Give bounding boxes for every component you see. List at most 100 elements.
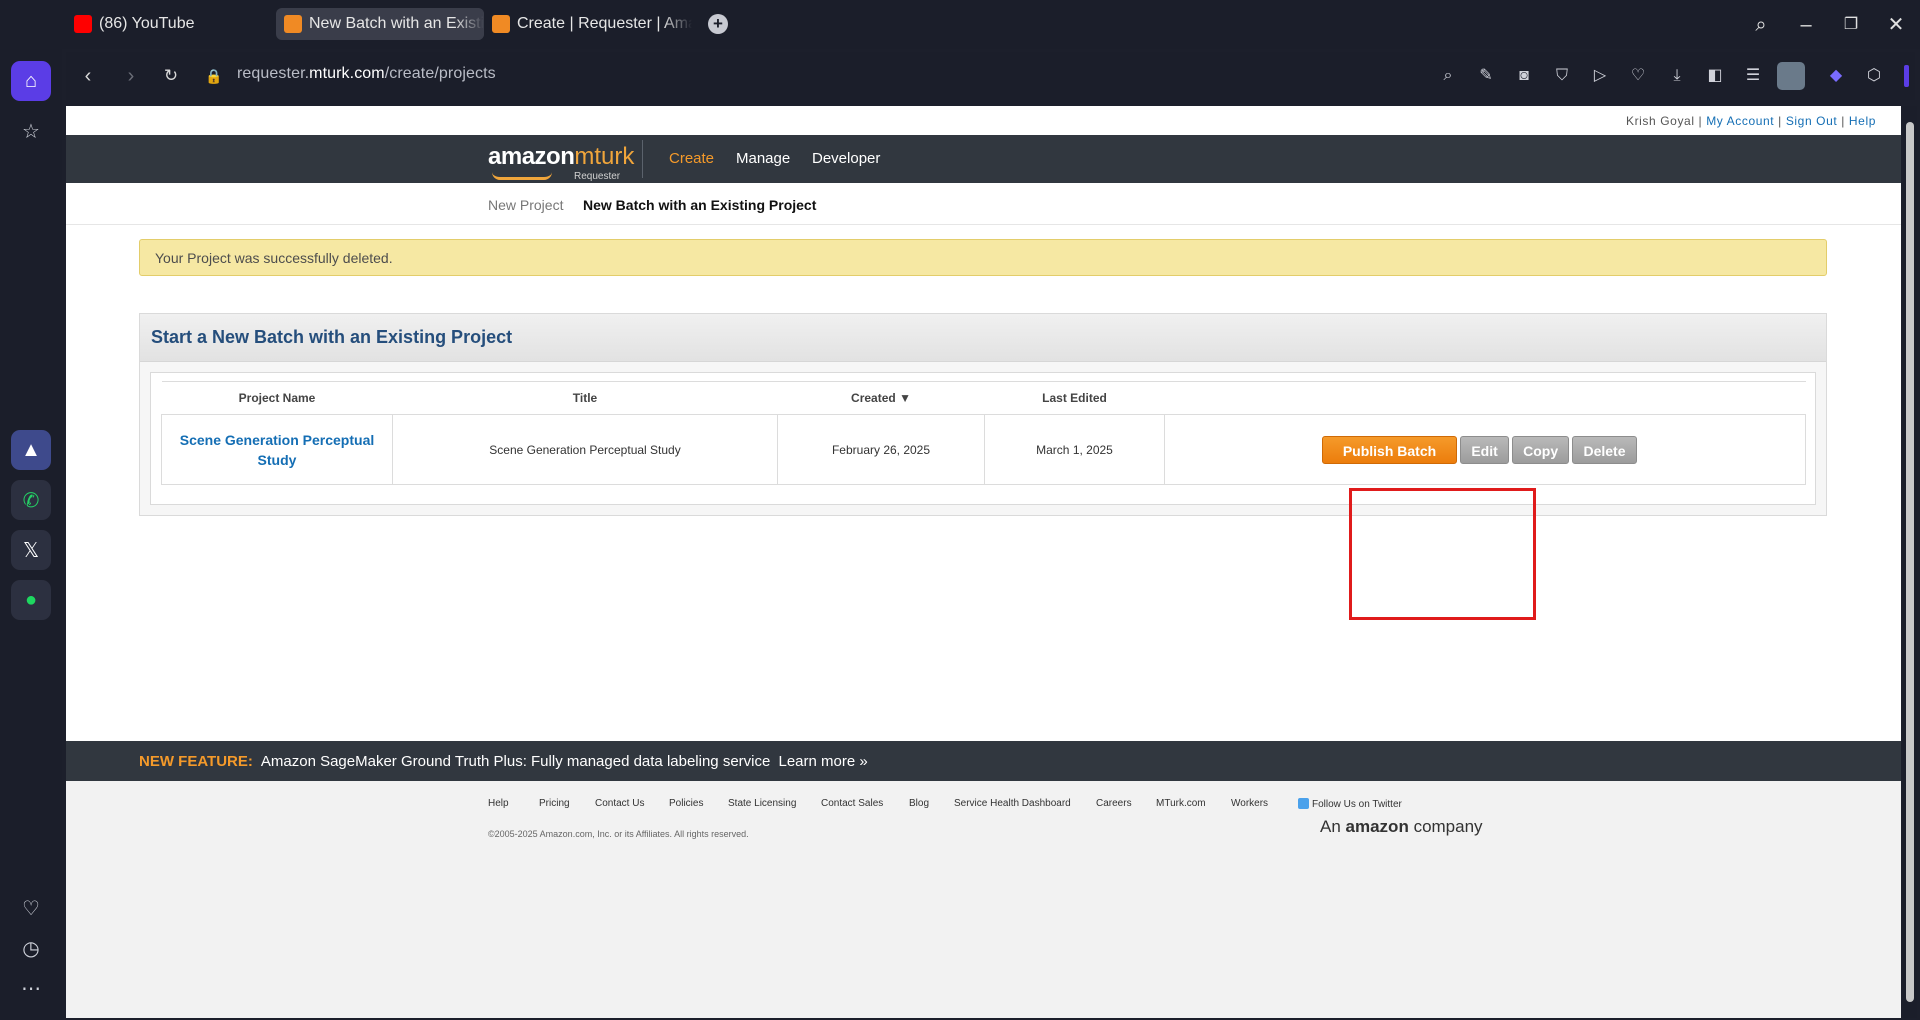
project-name-link[interactable]: Scene Generation Perceptual Study bbox=[161, 414, 393, 485]
user-name: Krish Goyal bbox=[1625, 114, 1695, 128]
reload-icon[interactable]: ↻ bbox=[159, 64, 183, 88]
send-icon[interactable]: ▷ bbox=[1589, 65, 1611, 87]
address-bar: ‹ › ↻ 🔒 requester.mturk.com/create/proje… bbox=[66, 52, 1915, 100]
new-feature-banner: NEW FEATURE: Amazon SageMaker Ground Trut… bbox=[66, 741, 1901, 781]
browser-sidebar: O ⌂ ☆ ▲ ✆ 𝕏 ● ♡ ◷ ⋯ bbox=[0, 0, 62, 1020]
forward-icon[interactable]: › bbox=[119, 64, 143, 88]
projects-table-wrapper: Project Name Title Created ▼ Last Edited… bbox=[150, 372, 1816, 505]
copy-button[interactable]: Copy bbox=[1512, 435, 1570, 464]
footer: Help Pricing Contact Us Policies State L… bbox=[66, 781, 1901, 1018]
url-field[interactable]: requester.mturk.com/create/projects bbox=[237, 65, 496, 83]
account-bar: Krish Goyal | My Account | Sign Out | He… bbox=[1625, 114, 1876, 128]
alert-message: Your Project was successfully deleted. bbox=[155, 250, 393, 266]
sidebar-toggle-icon[interactable]: ◧ bbox=[1704, 65, 1726, 87]
table-header-row: Project Name Title Created ▼ Last Edited bbox=[161, 381, 1806, 415]
copyright: ©2005-2025 Amazon.com, Inc. or its Affil… bbox=[488, 829, 749, 839]
footer-link-contact-us[interactable]: Contact Us bbox=[595, 798, 644, 809]
nav-developer[interactable]: Developer bbox=[812, 150, 880, 167]
footer-link-pricing[interactable]: Pricing bbox=[539, 798, 570, 809]
existing-projects-panel: Start a New Batch with an Existing Proje… bbox=[139, 313, 1827, 516]
download-icon[interactable]: ⤓ bbox=[1666, 65, 1688, 87]
extensions-cube-icon[interactable]: ⬡ bbox=[1863, 65, 1885, 87]
footer-link-twitter[interactable]: Follow Us on Twitter bbox=[1298, 798, 1402, 810]
back-icon[interactable]: ‹ bbox=[76, 64, 100, 88]
easy-setup-icon[interactable]: ☰ bbox=[1742, 65, 1764, 87]
last-edited-cell: March 1, 2025 bbox=[984, 414, 1165, 485]
actions-cell: Publish Batch Edit Copy Delete bbox=[1164, 414, 1806, 485]
footer-link-policies[interactable]: Policies bbox=[669, 798, 703, 809]
table-row: Scene Generation Perceptual Study Scene … bbox=[161, 414, 1806, 485]
close-icon[interactable]: ✕ bbox=[1883, 12, 1909, 38]
sign-out-link[interactable]: Sign Out bbox=[1786, 114, 1838, 128]
projects-table: Project Name Title Created ▼ Last Edited… bbox=[161, 381, 1806, 485]
my-account-link[interactable]: My Account bbox=[1706, 114, 1774, 128]
feature-tag: NEW FEATURE: bbox=[139, 753, 253, 770]
col-created-sort[interactable]: Created ▼ bbox=[777, 381, 985, 415]
favorite-heart-icon[interactable]: ♡ bbox=[1627, 65, 1649, 87]
page-scrollbar[interactable] bbox=[1903, 106, 1917, 1018]
minimize-icon[interactable]: – bbox=[1793, 12, 1819, 38]
mturk-favicon-icon bbox=[284, 15, 302, 33]
created-cell: February 26, 2025 bbox=[777, 414, 985, 485]
tab-create-requester[interactable]: Create | Requester | Amazo bbox=[484, 8, 692, 40]
whatsapp-icon[interactable]: ✆ bbox=[11, 480, 51, 520]
sub-navigation: New Project New Batch with an Existing P… bbox=[66, 183, 1901, 225]
lens-search-icon[interactable]: ⌕ bbox=[1437, 65, 1459, 87]
col-last-edited[interactable]: Last Edited bbox=[984, 381, 1165, 415]
lock-icon: 🔒 bbox=[205, 68, 223, 84]
search-tabs-icon[interactable]: ⌕ bbox=[1748, 12, 1774, 38]
header-divider bbox=[642, 140, 643, 178]
col-actions bbox=[1164, 381, 1806, 415]
spotify-icon[interactable]: ● bbox=[11, 580, 51, 620]
heart-icon[interactable]: ♡ bbox=[11, 888, 51, 928]
more-dots-icon[interactable]: ⋯ bbox=[11, 968, 51, 1008]
shield-icon[interactable]: ⛉ bbox=[1551, 65, 1573, 87]
footer-link-mturk[interactable]: MTurk.com bbox=[1156, 798, 1206, 809]
amazon-company-logo: An amazon company bbox=[1320, 817, 1483, 836]
aria-icon[interactable]: ▲ bbox=[11, 430, 51, 470]
restore-icon[interactable]: ❐ bbox=[1838, 12, 1864, 38]
help-link[interactable]: Help bbox=[1849, 114, 1876, 128]
twitter-bird-icon bbox=[1298, 798, 1309, 809]
tab-youtube[interactable]: (86) YouTube bbox=[66, 8, 266, 40]
tab-label: (86) YouTube bbox=[99, 15, 195, 32]
subnav-new-batch[interactable]: New Batch with an Existing Project bbox=[583, 197, 816, 213]
feature-text: Amazon SageMaker Ground Truth Plus: Full… bbox=[260, 753, 771, 770]
edit-note-icon[interactable]: ✎ bbox=[1475, 65, 1497, 87]
project-title-cell: Scene Generation Perceptual Study bbox=[392, 414, 778, 485]
mturk-header: amazonmturk Requester Create Manage Deve… bbox=[66, 135, 1901, 183]
footer-link-contact-sales[interactable]: Contact Sales bbox=[821, 798, 883, 809]
footer-link-careers[interactable]: Careers bbox=[1096, 798, 1132, 809]
col-project-name[interactable]: Project Name bbox=[161, 381, 393, 415]
edit-button[interactable]: Edit bbox=[1460, 435, 1509, 464]
amazon-smile-icon bbox=[492, 172, 552, 180]
youtube-icon bbox=[74, 15, 92, 33]
footer-link-blog[interactable]: Blog bbox=[909, 798, 929, 809]
mturk-logo[interactable]: amazonmturk Requester bbox=[488, 143, 634, 182]
nav-manage[interactable]: Manage bbox=[736, 150, 790, 167]
learn-more-link[interactable]: Learn more » bbox=[779, 753, 868, 770]
new-tab-plus-icon[interactable]: + bbox=[708, 14, 728, 34]
sidebar-indicator bbox=[1904, 65, 1909, 87]
footer-link-workers[interactable]: Workers bbox=[1231, 798, 1268, 809]
tab-bar: (86) YouTube New Batch with an Existing … bbox=[0, 0, 1920, 49]
bookmarks-star-icon[interactable]: ☆ bbox=[11, 111, 51, 151]
profile-avatar[interactable] bbox=[1777, 62, 1805, 90]
scrollbar-thumb[interactable] bbox=[1906, 122, 1914, 1002]
mturk-favicon-icon bbox=[492, 15, 510, 33]
delete-button[interactable]: Delete bbox=[1572, 435, 1637, 464]
camera-snapshot-icon[interactable]: ◙ bbox=[1513, 65, 1535, 87]
footer-link-state-licensing[interactable]: State Licensing bbox=[728, 798, 796, 809]
x-twitter-icon[interactable]: 𝕏 bbox=[11, 530, 51, 570]
tab-new-batch[interactable]: New Batch with an Existing bbox=[276, 8, 484, 40]
history-clock-icon[interactable]: ◷ bbox=[11, 928, 51, 968]
home-icon[interactable]: ⌂ bbox=[11, 61, 51, 101]
footer-link-help[interactable]: Help bbox=[488, 798, 509, 809]
subnav-new-project[interactable]: New Project bbox=[488, 197, 563, 213]
footer-link-service-health[interactable]: Service Health Dashboard bbox=[954, 798, 1071, 809]
ai-flame-icon[interactable]: ◆ bbox=[1825, 65, 1847, 87]
nav-create[interactable]: Create bbox=[669, 150, 714, 167]
publish-batch-button[interactable]: Publish Batch bbox=[1322, 435, 1457, 464]
success-alert: Your Project was successfully deleted. bbox=[139, 239, 1827, 276]
col-title[interactable]: Title bbox=[392, 381, 778, 415]
